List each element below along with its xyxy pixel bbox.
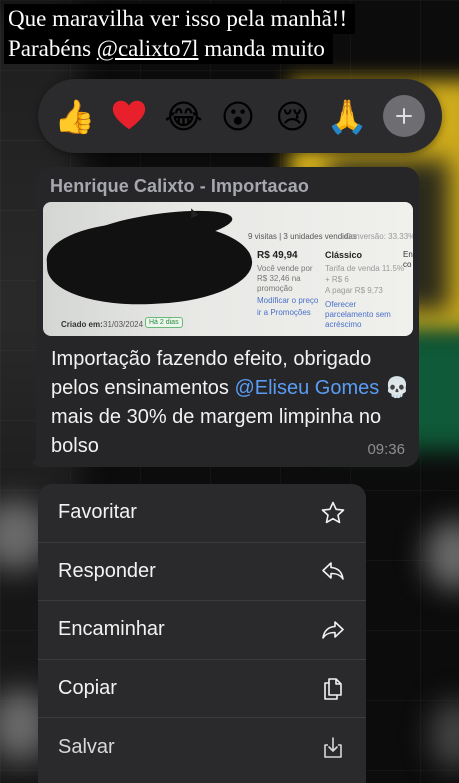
laughing-crying-reaction[interactable]: 😂	[163, 96, 204, 137]
star-icon	[321, 501, 345, 523]
red-heart-reaction[interactable]	[109, 96, 150, 137]
image-text: Tarifa de venda 11.5%	[325, 264, 405, 273]
image-link: acréscimo	[325, 320, 362, 329]
image-text: Clássico	[325, 250, 363, 260]
message-text: Importação fazendo efeito, obrigado pelo…	[51, 345, 411, 461]
reaction-bar: 👍 😂 😮 😢 🙏	[38, 79, 442, 153]
image-text: 31/03/2024	[103, 320, 144, 329]
image-link: parcelamento sem	[325, 310, 391, 319]
menu-item-responder[interactable]: Responder	[38, 543, 366, 602]
image-link: Oferecer	[325, 300, 357, 309]
image-visits: 9 visitas | 3 unidades vendidas	[248, 232, 357, 241]
image-text: co	[403, 260, 412, 269]
message-text-part: mais de 30% de margem limpinha no bolso	[51, 406, 382, 457]
menu-item-favoritar[interactable]: Favoritar	[38, 484, 366, 543]
image-link: Modificar o preço	[257, 296, 319, 305]
thumbs-up-reaction[interactable]: 👍	[54, 96, 95, 137]
story-caption: Que maravilha ver isso pela manhã!! Para…	[4, 4, 356, 64]
caption-mention-link[interactable]: @calixto7l	[97, 36, 199, 61]
forward-icon	[322, 621, 344, 639]
menu-item-label: Favoritar	[58, 501, 137, 524]
image-conversion: Conversão: 33.33%	[345, 232, 413, 241]
image-text: Você vende por	[257, 264, 313, 273]
plus-icon	[396, 108, 412, 124]
surprised-reaction[interactable]: 😮	[218, 96, 259, 137]
add-reaction-button[interactable]	[383, 95, 425, 137]
heart-icon	[112, 100, 146, 130]
image-text: promoção	[257, 284, 293, 293]
message-bubble[interactable]: Henrique Calixto - Importacao 9 visitas …	[36, 167, 419, 467]
image-badge: Há 2 dias	[145, 317, 183, 328]
menu-item-label: Encaminhar	[58, 618, 165, 641]
image-text: Criado em:	[61, 320, 103, 329]
copy-icon	[324, 677, 342, 700]
sender-name: Henrique Calixto - Importacao	[50, 176, 309, 196]
image-text: R$ 32,46 na	[257, 274, 301, 283]
menu-item-label: Responder	[58, 559, 156, 582]
message-timestamp: 09:36	[367, 441, 405, 458]
image-link: ir a Promoções	[257, 308, 311, 317]
crying-reaction[interactable]: 😢	[272, 96, 313, 137]
image-text: + R$ 6	[325, 275, 349, 284]
menu-item-salvar[interactable]: Salvar	[38, 718, 366, 777]
reply-icon	[322, 562, 344, 581]
menu-item-encaminhar[interactable]: Encaminhar	[38, 601, 366, 660]
skull-emoji: 💀	[384, 377, 410, 399]
folded-hands-reaction[interactable]: 🙏	[326, 96, 367, 137]
caption-text: Parabéns	[8, 36, 97, 61]
image-price: R$ 49,94	[257, 250, 298, 261]
caption-text-suffix: manda muito	[198, 36, 325, 61]
menu-item-copiar[interactable]: Copiar	[38, 660, 366, 719]
image-text: En	[403, 250, 413, 259]
mention-link[interactable]: @Eliseu Gomes	[234, 377, 379, 399]
context-menu: Favoritar Responder Encaminhar Copiar Sa…	[38, 484, 366, 783]
image-text: A pagar R$ 9,73	[325, 286, 383, 295]
caption-line-2: Parabéns @calixto7l manda muito	[4, 34, 333, 64]
message-image[interactable]: 9 visitas | 3 unidades vendidas Conversã…	[43, 202, 413, 336]
menu-item-label: Salvar	[58, 736, 115, 759]
caption-line-1: Que maravilha ver isso pela manhã!!	[4, 4, 356, 34]
menu-item-label: Copiar	[58, 677, 117, 700]
save-icon	[324, 736, 342, 758]
